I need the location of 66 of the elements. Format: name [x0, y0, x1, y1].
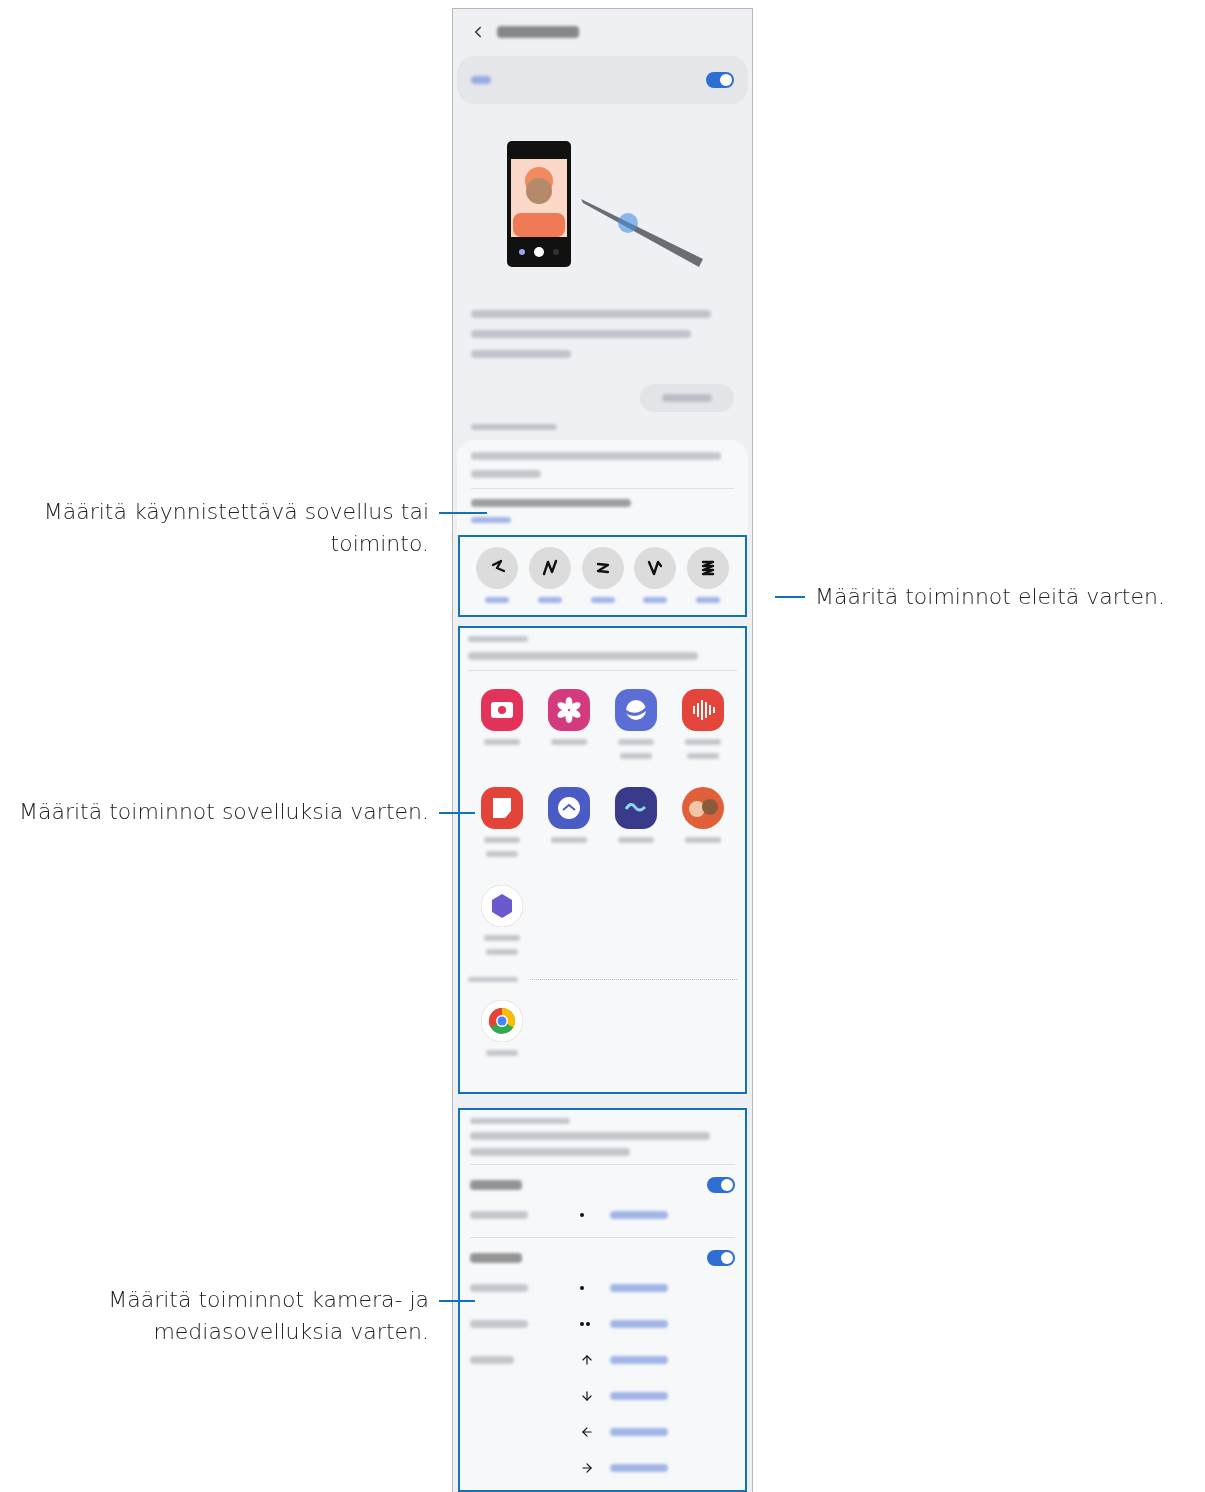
blurred-action-name [610, 1392, 668, 1400]
blurred-action-name [610, 1356, 668, 1364]
gesture-button[interactable] [528, 546, 571, 589]
double-dot-icon [580, 1322, 590, 1326]
blurred-section-label [468, 977, 518, 983]
blurred-app-name [550, 739, 587, 746]
blurred-gesture-name [470, 1284, 528, 1292]
blurred-description [471, 469, 541, 478]
sound-wave-app-icon[interactable] [682, 689, 725, 732]
arrow-up-icon [580, 1353, 594, 1367]
blurred-gesture-label [590, 596, 615, 603]
cartoon-avatars-icon[interactable] [682, 787, 725, 830]
blurred-app-name [618, 739, 655, 746]
blurred-action-name [610, 1320, 668, 1328]
gesture-button[interactable] [634, 546, 677, 589]
hexagon-app-icon[interactable] [480, 885, 523, 928]
callout-text: Määritä toiminnot sovelluksia varten. [18, 798, 429, 826]
gesture-button[interactable] [581, 546, 624, 589]
leader-line [439, 512, 487, 514]
blurred-app-name [685, 837, 722, 844]
blurred-app-name [618, 837, 655, 844]
blurred-app-name [485, 851, 518, 858]
blurred-app-name [485, 1050, 518, 1057]
blurred-app-name [483, 739, 520, 746]
blurred-gesture-label [643, 596, 668, 603]
blurred-gesture-label [696, 596, 720, 603]
gesture-button[interactable] [476, 546, 518, 589]
blurred-action-name [610, 1428, 668, 1436]
blurred-section-label [468, 636, 528, 643]
gesture-button[interactable] [687, 546, 729, 589]
blurred-group-title [470, 1180, 522, 1190]
toggle-switch[interactable] [706, 71, 734, 88]
blurred-app-name [483, 837, 520, 844]
chrome-style-icon[interactable] [480, 1000, 523, 1043]
arrow-down-icon [580, 1389, 594, 1403]
blurred-gesture-name [470, 1320, 528, 1328]
flower-app-icon[interactable] [547, 689, 590, 732]
blurred-app-name [620, 753, 653, 760]
blurred-action-name [610, 1211, 668, 1219]
blurred-app-name [685, 739, 722, 746]
blurred-action-name [610, 1464, 668, 1472]
note-app-icon[interactable] [480, 787, 523, 830]
toggle-switch[interactable] [707, 1177, 735, 1193]
blurred-setting-value [471, 516, 511, 523]
blurred-app-name [483, 935, 520, 942]
blurred-app-name [687, 753, 720, 760]
blurred-gesture-label [537, 596, 562, 603]
callout-text: Määritä toiminnot kamera- ja mediasovelluksia varten. [107, 1286, 429, 1346]
blurred-action-name [610, 1284, 668, 1292]
squiggle-app-icon[interactable] [615, 787, 658, 830]
blurred-app-name [485, 949, 518, 956]
circle-app-icon[interactable] [547, 787, 590, 830]
blurred-gesture-name [470, 1211, 528, 1219]
camera-app-icon[interactable] [480, 689, 523, 732]
dot-icon [580, 1286, 584, 1290]
blurred-app-name [550, 837, 587, 844]
dot-icon [580, 1213, 584, 1217]
blurred-label [471, 75, 491, 84]
leader-line [775, 596, 805, 598]
toggle-switch[interactable] [707, 1250, 735, 1266]
callout-text: Määritä toiminnot eleitä varten. [815, 583, 1165, 611]
blurred-group-title [470, 1253, 522, 1263]
planet-app-icon[interactable] [615, 689, 658, 732]
callout-text: Määritä käynnistettävä sovellus tai toiminto. [42, 498, 429, 558]
blurred-gesture-name [470, 1356, 514, 1364]
blurred-gesture-label [485, 596, 509, 603]
